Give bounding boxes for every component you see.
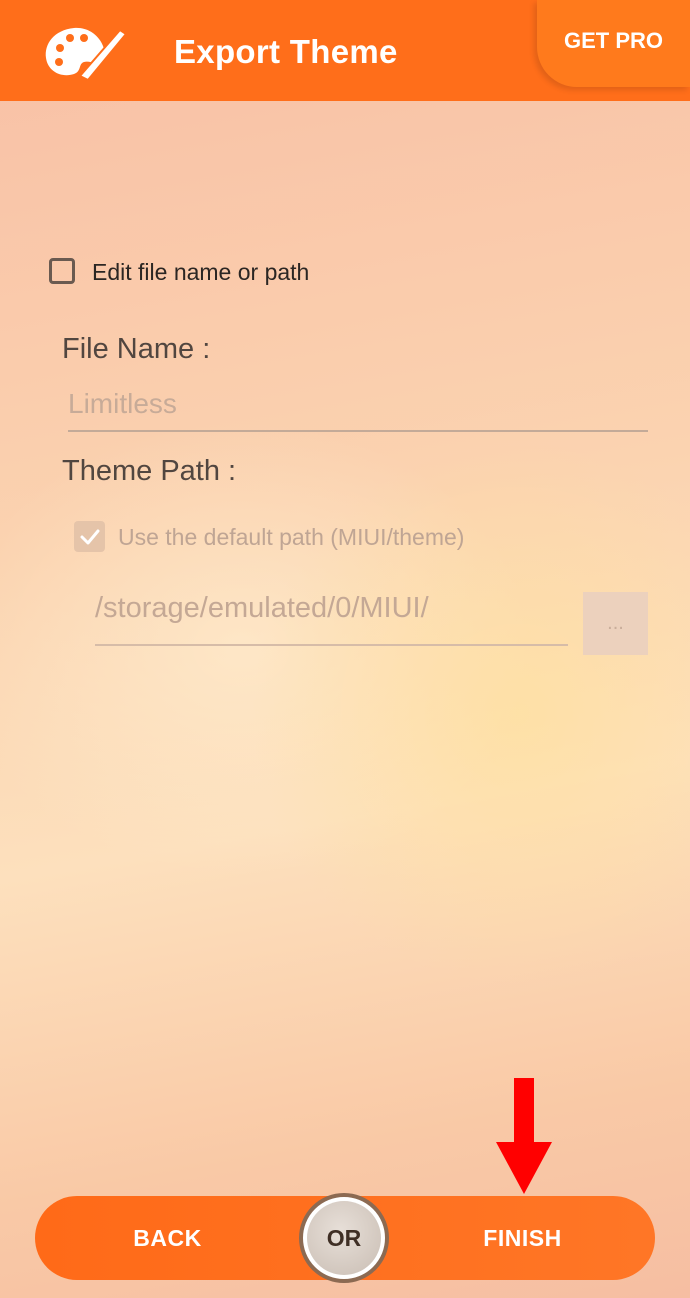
browse-path-button[interactable]: ...	[583, 592, 648, 655]
finish-button[interactable]: FINISH	[450, 1196, 595, 1280]
page-title: Export Theme	[174, 33, 398, 70]
palette-icon	[45, 27, 128, 82]
or-label: OR	[307, 1201, 381, 1275]
red-arrow-annotation-icon	[496, 1078, 552, 1194]
default-path-label[interactable]: Use the default path (MIUI/theme)	[118, 524, 464, 551]
theme-path-input[interactable]: /storage/emulated/0/MIUI/	[95, 592, 568, 646]
app-header: Export Theme GET PRO	[0, 0, 690, 101]
checkmark-icon	[80, 529, 99, 544]
default-path-checkbox[interactable]	[74, 521, 105, 552]
edit-path-label[interactable]: Edit file name or path	[92, 259, 309, 286]
file-name-label: File Name :	[62, 333, 211, 365]
edit-path-checkbox[interactable]	[49, 258, 75, 284]
or-divider: OR	[299, 1193, 389, 1283]
theme-path-label: Theme Path :	[62, 455, 237, 487]
file-name-placeholder: Limitless	[68, 388, 177, 419]
file-name-input[interactable]: Limitless	[68, 388, 648, 432]
back-button[interactable]: BACK	[110, 1196, 225, 1280]
theme-path-value: /storage/emulated/0/MIUI/	[95, 592, 429, 624]
get-pro-button[interactable]: GET PRO	[537, 0, 690, 87]
